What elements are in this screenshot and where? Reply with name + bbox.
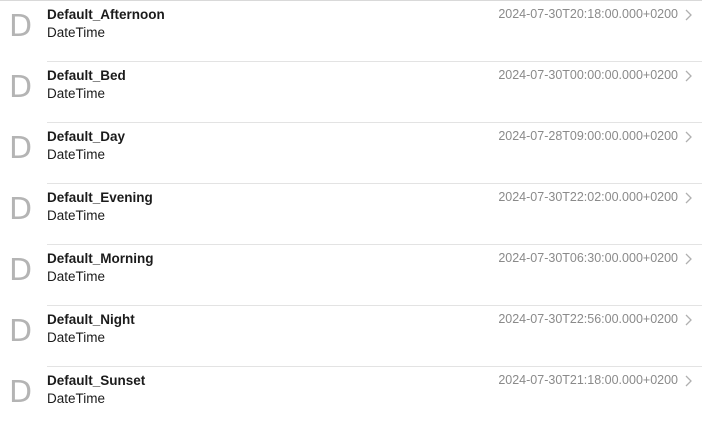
list-item[interactable]: D Default_Sunset DateTime 2024-07-30T21:… [0,367,702,423]
chevron-right-icon[interactable] [683,313,693,327]
item-type: DateTime [47,86,106,101]
list-item[interactable]: D Default_Afternoon DateTime 2024-07-30T… [0,1,702,62]
item-list: D Default_Afternoon DateTime 2024-07-30T… [0,0,702,423]
list-item[interactable]: D Default_Morning DateTime 2024-07-30T06… [0,245,702,306]
item-value: 2024-07-30T22:56:00.000+0200 [498,312,678,326]
letter-d-icon: D [9,375,33,410]
item-type: DateTime [47,391,106,406]
letter-d-icon: D [9,9,33,44]
item-name: Default_Afternoon [47,7,165,22]
item-name: Default_Day [47,129,126,144]
chevron-right-icon[interactable] [683,374,693,388]
item-value: 2024-07-30T00:00:00.000+0200 [498,68,678,82]
item-type: DateTime [47,25,106,40]
item-name: Default_Morning [47,251,154,266]
letter-d-icon: D [9,192,33,227]
list-item[interactable]: D Default_Bed DateTime 2024-07-30T00:00:… [0,62,702,123]
item-value: 2024-07-30T20:18:00.000+0200 [498,7,678,21]
item-type: DateTime [47,330,106,345]
chevron-right-icon[interactable] [683,191,693,205]
item-name: Default_Sunset [47,373,146,388]
item-type: DateTime [47,208,106,223]
item-type: DateTime [47,147,106,162]
letter-d-icon: D [9,70,33,105]
letter-d-icon: D [9,314,33,349]
item-name: Default_Evening [47,190,153,205]
chevron-right-icon[interactable] [683,130,693,144]
item-name: Default_Bed [47,68,126,83]
chevron-right-icon[interactable] [683,69,693,83]
letter-d-icon: D [9,131,33,166]
item-name: Default_Night [47,312,135,327]
letter-d-icon: D [9,253,33,288]
list-item[interactable]: D Default_Night DateTime 2024-07-30T22:5… [0,306,702,367]
item-value: 2024-07-30T06:30:00.000+0200 [498,251,678,265]
list-item[interactable]: D Default_Evening DateTime 2024-07-30T22… [0,184,702,245]
chevron-right-icon[interactable] [683,8,693,22]
chevron-right-icon[interactable] [683,252,693,266]
item-value: 2024-07-30T22:02:00.000+0200 [498,190,678,204]
item-type: DateTime [47,269,106,284]
item-value: 2024-07-30T21:18:00.000+0200 [498,373,678,387]
item-value: 2024-07-28T09:00:00.000+0200 [498,129,678,143]
list-item[interactable]: D Default_Day DateTime 2024-07-28T09:00:… [0,123,702,184]
